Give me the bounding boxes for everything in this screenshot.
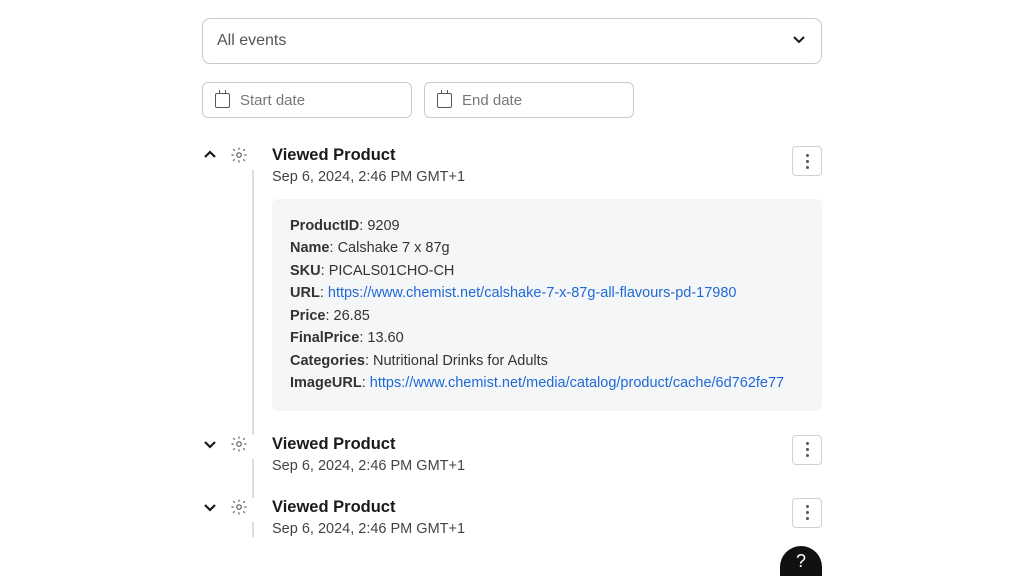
help-button[interactable]: ? — [780, 546, 822, 576]
event-timestamp: Sep 6, 2024, 2:46 PM GMT+1 — [272, 458, 465, 474]
event-title: Viewed Product — [272, 435, 465, 454]
event-actions-menu[interactable] — [792, 498, 822, 528]
event-timestamp: Sep 6, 2024, 2:46 PM GMT+1 — [272, 521, 465, 537]
end-date-input[interactable]: End date — [424, 82, 634, 118]
help-label: ? — [796, 551, 806, 572]
event-item: Viewed Product Sep 6, 2024, 2:46 PM GMT+… — [202, 498, 822, 537]
gear-icon — [230, 435, 248, 453]
event-timestamp: Sep 6, 2024, 2:46 PM GMT+1 — [272, 169, 465, 185]
event-item: Viewed Product Sep 6, 2024, 2:46 PM GMT+… — [202, 435, 822, 474]
event-item: Viewed Product Sep 6, 2024, 2:46 PM GMT+… — [202, 146, 822, 411]
product-image-url-link[interactable]: https://www.chemist.net/media/catalog/pr… — [370, 375, 784, 391]
chevron-down-icon — [791, 31, 807, 52]
product-url-link[interactable]: https://www.chemist.net/calshake-7-x-87g… — [328, 285, 737, 301]
start-date-placeholder: Start date — [240, 92, 305, 109]
collapse-toggle[interactable] — [202, 147, 218, 163]
events-filter-select[interactable]: All events — [202, 18, 822, 64]
gear-icon — [230, 498, 248, 516]
timeline-line — [252, 459, 254, 498]
event-details-panel: ProductID: 9209 Name: Calshake 7 x 87g S… — [272, 199, 822, 411]
event-title: Viewed Product — [272, 498, 465, 517]
expand-toggle[interactable] — [202, 436, 218, 452]
event-actions-menu[interactable] — [792, 146, 822, 176]
event-title: Viewed Product — [272, 146, 465, 165]
calendar-icon — [437, 93, 452, 108]
events-filter-label: All events — [217, 32, 286, 50]
event-actions-menu[interactable] — [792, 435, 822, 465]
end-date-placeholder: End date — [462, 92, 522, 109]
calendar-icon — [215, 93, 230, 108]
timeline-line — [252, 522, 254, 537]
expand-toggle[interactable] — [202, 499, 218, 515]
gear-icon — [230, 146, 248, 164]
timeline-line — [252, 170, 254, 435]
start-date-input[interactable]: Start date — [202, 82, 412, 118]
